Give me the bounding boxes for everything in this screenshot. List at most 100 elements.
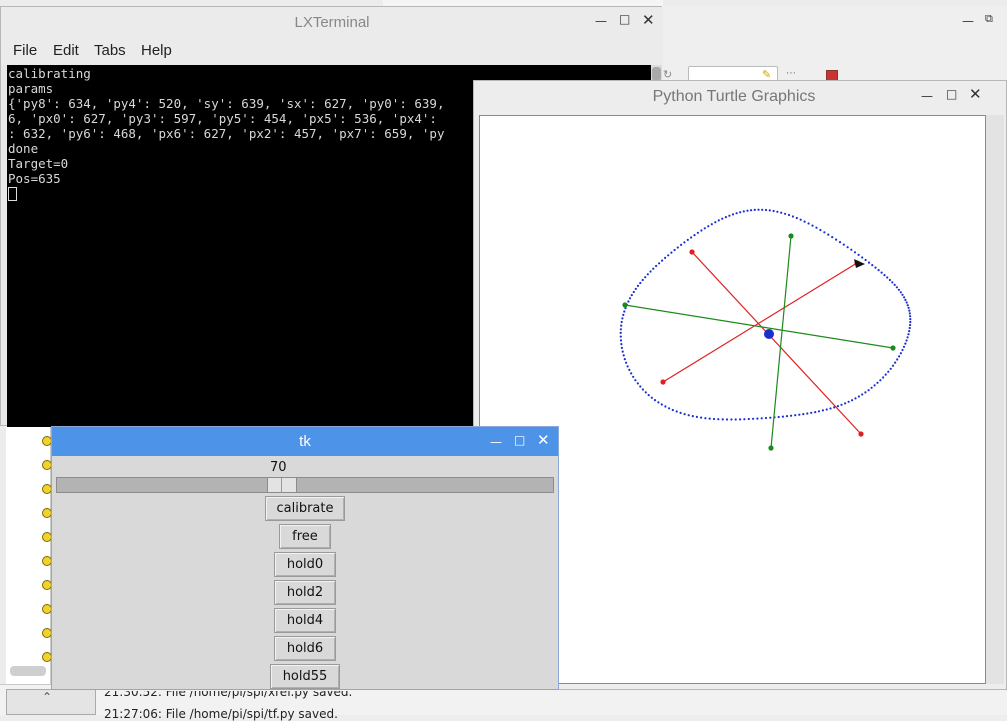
- outline-dot: [780, 211, 783, 214]
- close-icon[interactable]: ✕: [537, 431, 550, 449]
- menu-tabs[interactable]: Tabs: [94, 42, 126, 59]
- outline-dot: [768, 209, 771, 212]
- background-minimize-icon[interactable]: —: [962, 14, 974, 28]
- canvas-scrollbar[interactable]: [986, 115, 1004, 684]
- outline-dot: [861, 256, 864, 259]
- outline-dot: [764, 416, 768, 420]
- file-list-scrollbar[interactable]: [10, 666, 46, 676]
- outline-dot: [620, 320, 623, 324]
- outline-dot: [802, 413, 805, 416]
- title-bar[interactable]: tk — □ ✕: [52, 427, 558, 456]
- window-title: LXTerminal: [294, 14, 370, 31]
- outline-dot: [619, 328, 622, 331]
- outline-dot: [696, 231, 699, 234]
- outline-dot: [739, 211, 742, 214]
- outline-dot: [668, 407, 671, 410]
- outline-dot: [861, 393, 864, 396]
- maximize-icon[interactable]: □: [946, 87, 957, 101]
- background-restore-icon[interactable]: ⧉: [985, 12, 993, 26]
- hold6-button[interactable]: hold6: [274, 636, 336, 661]
- minimize-icon[interactable]: —: [490, 435, 502, 449]
- outline-dot: [880, 271, 883, 274]
- outline-dot: [619, 331, 622, 334]
- outline-dot: [787, 213, 791, 217]
- outline-dot: [909, 323, 912, 327]
- outline-dot: [752, 417, 755, 420]
- outline-dot: [784, 212, 787, 215]
- outline-dot: [710, 223, 713, 226]
- outline-dot: [781, 415, 784, 418]
- outline-dot: [893, 283, 896, 286]
- outline-dot: [794, 414, 797, 417]
- window-title: Python Turtle Graphics: [652, 88, 816, 105]
- outline-dot: [667, 254, 670, 257]
- minimize-icon[interactable]: —: [921, 89, 933, 103]
- outline-dot: [904, 298, 907, 301]
- outline-dot: [795, 216, 798, 220]
- outline-dot: [630, 294, 633, 297]
- outline-dot: [652, 267, 655, 270]
- outline-dot: [673, 248, 676, 252]
- terminal-line: 6, 'px0': 627, 'py3': 597, 'py5': 454, '…: [8, 111, 437, 126]
- free-button[interactable]: free: [279, 524, 331, 549]
- outline-dot: [904, 342, 907, 345]
- outline-dot: [634, 379, 637, 382]
- hold2-button[interactable]: hold2: [274, 580, 336, 605]
- menu-help[interactable]: Help: [141, 42, 172, 59]
- maximize-icon[interactable]: □: [619, 12, 630, 26]
- outline-dot: [871, 264, 874, 267]
- outline-dot: [838, 241, 842, 244]
- outline-dot: [626, 365, 629, 368]
- outline-dot: [650, 396, 653, 399]
- slider-value: 70: [270, 460, 287, 475]
- hold4-button[interactable]: hold4: [274, 608, 336, 633]
- outline-dot: [664, 405, 667, 408]
- outline-dot: [817, 410, 821, 413]
- red-point: [689, 249, 695, 255]
- outline-dot: [891, 364, 895, 367]
- calibrate-button[interactable]: calibrate: [265, 496, 345, 521]
- chevron-up-icon: ⌃: [42, 690, 53, 704]
- dots-icon[interactable]: ⋯: [786, 68, 796, 79]
- outline-dot: [750, 209, 753, 212]
- menu-file[interactable]: File: [13, 42, 37, 59]
- outline-dot: [721, 418, 724, 421]
- outline-dot: [725, 418, 729, 421]
- outline-dot: [695, 415, 698, 418]
- hold0-button[interactable]: hold0: [274, 552, 336, 577]
- green-axis-line: [624, 304, 894, 349]
- title-bar[interactable]: LXTerminal — □ ✕: [1, 7, 663, 37]
- menu-edit[interactable]: Edit: [53, 42, 79, 59]
- slider-trough[interactable]: [56, 477, 554, 493]
- outline-dot: [798, 413, 801, 416]
- hold55-button[interactable]: hold55: [270, 664, 340, 689]
- outline-dot: [636, 284, 640, 287]
- outline-dot: [691, 415, 694, 418]
- outline-dot: [889, 367, 892, 370]
- outline-dot: [639, 281, 642, 285]
- menu-bar: File Edit Tabs Help: [1, 37, 663, 65]
- outline-dot: [836, 405, 839, 408]
- outline-dot: [636, 382, 639, 385]
- outline-dot: [721, 217, 724, 220]
- slider-handle[interactable]: [266, 477, 297, 493]
- log-line: 21:27:06: File /home/pi/spi/tf.py saved.: [104, 707, 338, 721]
- maximize-icon[interactable]: □: [514, 433, 525, 447]
- outline-dot: [761, 208, 764, 211]
- outline-dot: [905, 301, 908, 304]
- outline-dot: [757, 208, 760, 211]
- tk-window: tk — □ ✕ 70 calibrate free hold0 hold2 h…: [51, 426, 559, 690]
- outline-dot: [735, 212, 738, 215]
- outline-dot: [680, 243, 683, 246]
- outline-dot: [717, 418, 720, 421]
- minimize-icon[interactable]: —: [595, 14, 607, 28]
- outline-dot: [846, 246, 849, 249]
- scrollbar-thumb[interactable]: [652, 67, 661, 81]
- close-icon[interactable]: ✕: [642, 11, 655, 29]
- outline-dot: [814, 411, 817, 414]
- close-icon[interactable]: ✕: [969, 85, 982, 103]
- pencil-icon[interactable]: ✎: [762, 68, 772, 81]
- outline-dot: [829, 407, 832, 410]
- outline-dot: [847, 400, 850, 403]
- outline-dot: [690, 236, 693, 239]
